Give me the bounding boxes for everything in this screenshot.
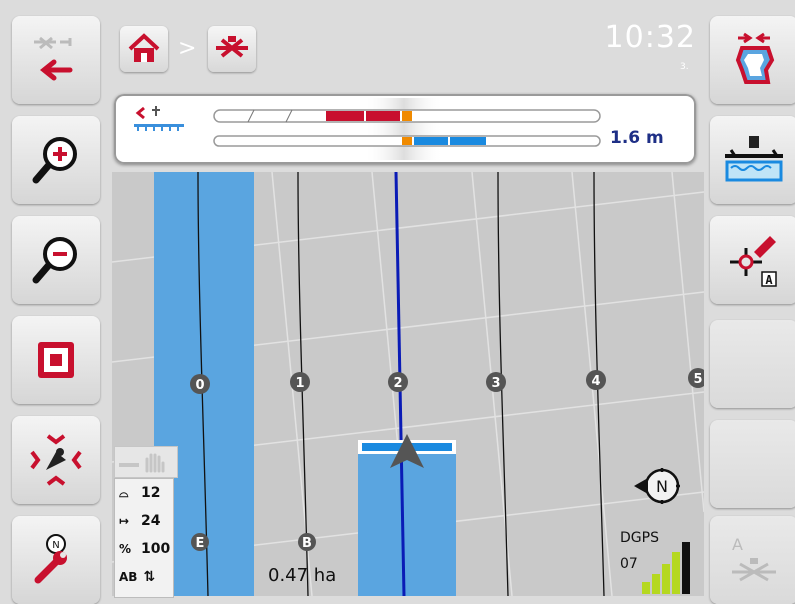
lane-label-3: 3: [491, 376, 500, 391]
percent-value: 100: [141, 541, 171, 557]
svg-text:N: N: [52, 540, 59, 551]
width-icon: ↦: [119, 514, 130, 528]
auto-section-icon: A: [732, 535, 776, 582]
home-button[interactable]: [120, 26, 168, 72]
gps-mode: DGPS: [620, 530, 659, 546]
ab-row: AB ⇅: [115, 563, 173, 591]
empty-slot-1: [710, 320, 795, 408]
zoom-in-button[interactable]: [12, 116, 100, 204]
settings-button[interactable]: N: [12, 516, 100, 604]
set-point-a-button[interactable]: A: [710, 216, 795, 304]
headland-icon: ⌓: [119, 485, 129, 500]
breadcrumb-separator: >: [178, 36, 197, 61]
exit-guidance-icon: [34, 36, 73, 81]
headland-value: 12: [141, 485, 161, 501]
lane-label-1: 1: [295, 376, 304, 391]
percent-icon: %: [119, 542, 132, 556]
signal-strength-icon: [642, 542, 690, 594]
svg-text:N: N: [656, 477, 668, 496]
lightbar-graphic: [134, 98, 601, 160]
compass-icon: N: [634, 468, 680, 504]
ab-label: AB: [119, 570, 138, 584]
recenter-gps-button[interactable]: [12, 416, 100, 504]
home-icon: [128, 33, 160, 62]
auto-section-button[interactable]: A: [710, 516, 795, 604]
lane-label-2: 2: [393, 376, 402, 391]
lane-label-0: 0: [195, 378, 204, 393]
width-value: 24: [141, 513, 161, 529]
recenter-gps-icon: [30, 434, 82, 486]
clock-time: 10:32: [604, 20, 696, 55]
headland-row: ⌓ 12: [115, 479, 173, 507]
boundary-marker-label: E: [196, 536, 205, 551]
zoom-out-icon: [32, 237, 77, 284]
fit-view-button[interactable]: [12, 316, 100, 404]
lane-label-5: 5: [693, 372, 702, 387]
implement-icon: [216, 36, 248, 58]
lane-label-4: 4: [591, 374, 600, 389]
offset-distance: 1.6 m: [610, 128, 664, 148]
guidance-map[interactable]: 0 1 2 3 4 5 E B N: [112, 172, 704, 596]
map-canvas: 0 1 2 3 4 5 E B N: [112, 172, 704, 596]
settings-icon: N: [34, 534, 67, 584]
svg-text:A: A: [732, 535, 743, 554]
clock-date: 3.: [680, 62, 689, 72]
worked-area-value: 0.47 ha: [268, 565, 337, 586]
manual-mode-indicator: [114, 446, 178, 478]
svg-text:A: A: [765, 273, 773, 287]
guidance-direction-icon: [134, 106, 184, 131]
info-panel: ⌓ 12 ↦ 24 % 100 AB ⇅: [114, 478, 174, 598]
ab-direction-icon: ⇅: [143, 569, 156, 585]
satellite-count: 07: [620, 556, 638, 572]
percent-row: % 100: [115, 535, 173, 563]
width-row: ↦ 24: [115, 507, 173, 535]
exit-guidance-button[interactable]: [12, 16, 100, 104]
lane-markers: 0 1 2 3 4 5: [190, 368, 704, 394]
fit-view-icon: [38, 342, 74, 378]
boundary-button[interactable]: [710, 16, 795, 104]
worked-area-current: [358, 452, 456, 596]
record-implement-button[interactable]: [710, 116, 795, 204]
lightbar-panel: 1.6 m: [114, 94, 696, 164]
implement-record-icon: [725, 136, 783, 182]
hand-icon: [119, 453, 165, 473]
boundary-marker-label: B: [302, 536, 312, 551]
zoom-out-button[interactable]: [12, 216, 100, 304]
implement-button[interactable]: [208, 26, 256, 72]
boundary-icon: [735, 32, 775, 84]
zoom-in-icon: [32, 137, 77, 184]
empty-slot-2: [710, 420, 795, 508]
set-point-a-icon: A: [730, 236, 777, 287]
